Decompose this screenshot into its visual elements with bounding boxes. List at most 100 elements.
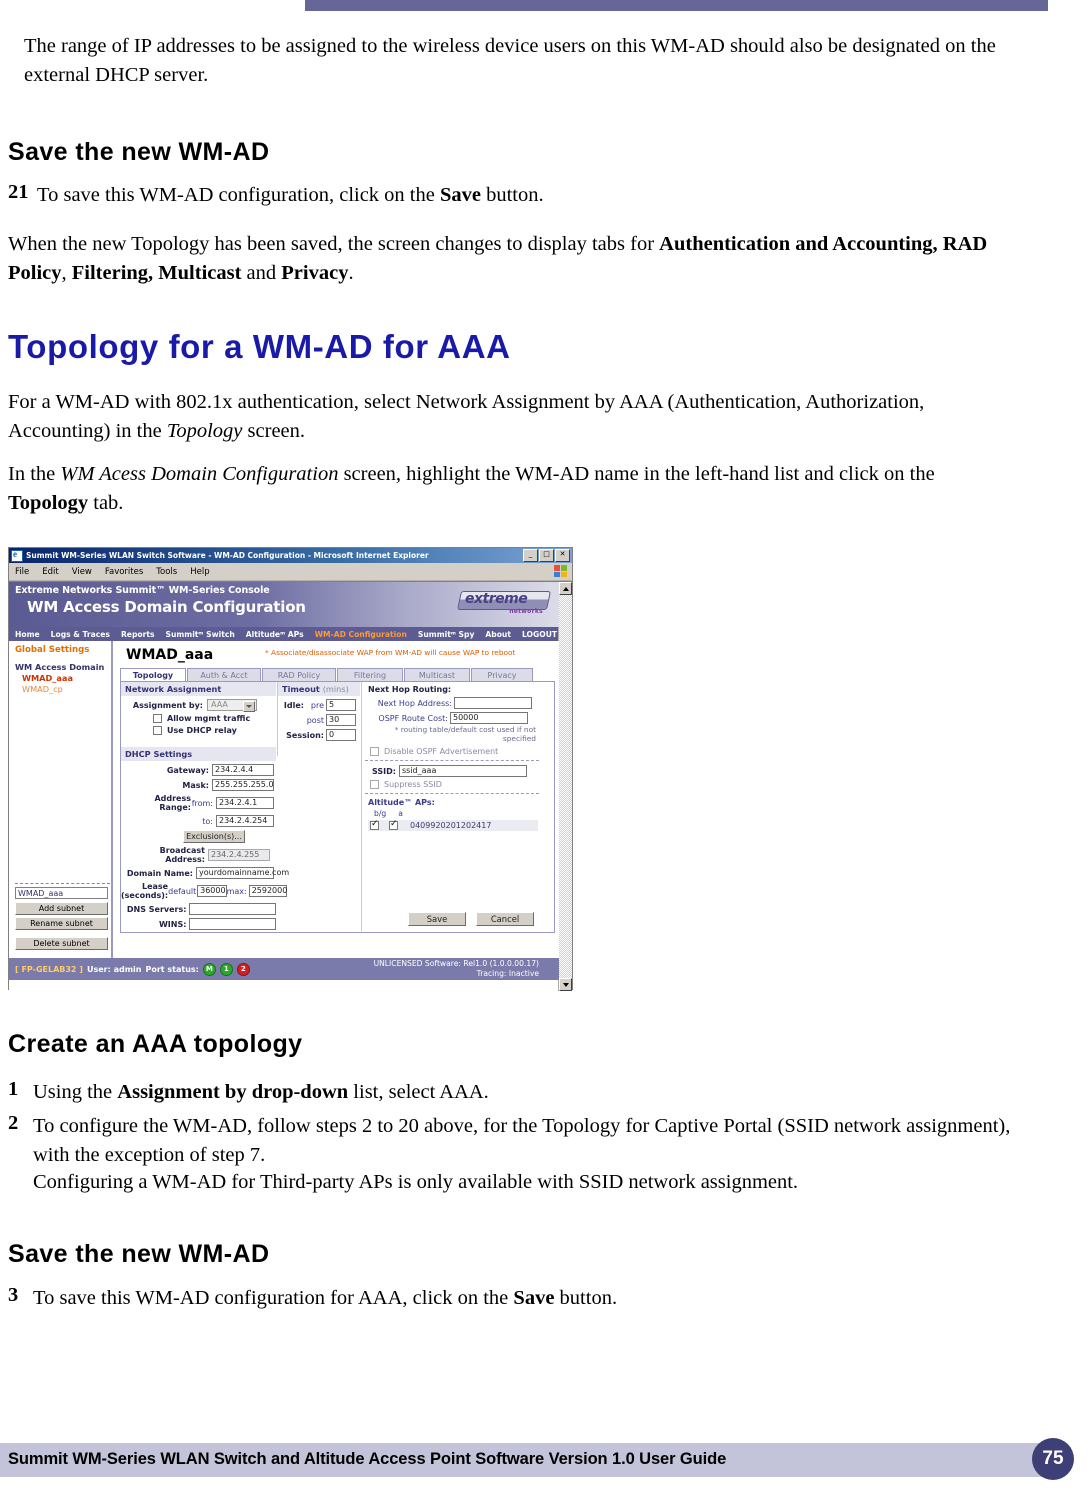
step-21-number: 21 bbox=[8, 181, 29, 203]
sidebar-item-wmad-cp[interactable]: WMAD_cp bbox=[15, 684, 107, 694]
disable-ospf-checkbox[interactable] bbox=[370, 747, 379, 756]
content-area: WMAD_aaa * Associate/disassociate WAP fr… bbox=[113, 641, 559, 958]
ospf-route-cost-label: OSPF Route Cost: bbox=[378, 713, 448, 723]
save-button[interactable]: Save bbox=[408, 912, 466, 926]
lease-row: Lease (seconds): default: 36000 max: 259… bbox=[121, 882, 287, 900]
menu-item-tools[interactable]: Tools bbox=[156, 567, 177, 577]
broadcast-row: Broadcast Address: 234.2.4.255 bbox=[121, 846, 276, 864]
ap-col-bg-label: b/g bbox=[374, 809, 387, 818]
minimize-button[interactable]: _ bbox=[523, 549, 538, 562]
allow-mgmt-traffic-label: Allow mgmt traffic bbox=[167, 714, 251, 723]
chevron-down-icon[interactable] bbox=[243, 701, 255, 712]
menu-item-file[interactable]: File bbox=[15, 567, 29, 577]
delete-subnet-button[interactable]: Delete subnet bbox=[15, 937, 108, 950]
lease-default-input[interactable]: 36000 bbox=[197, 885, 227, 897]
wins-input[interactable] bbox=[189, 918, 276, 930]
nav-item-reports[interactable]: Reports bbox=[121, 630, 155, 639]
address-range-to-input[interactable]: 234.2.4.254 bbox=[216, 815, 274, 827]
wmad-name-title: WMAD_aaa bbox=[126, 647, 214, 663]
ie-logo-icon bbox=[11, 549, 23, 562]
step-1-post: list, select AAA. bbox=[348, 1081, 489, 1103]
left-sidebar: Global Settings WM Access Domain WMAD_aa… bbox=[9, 641, 113, 958]
to-label: to: bbox=[202, 816, 213, 826]
section-heading-save-new-wmad-1: Save the new WM-AD bbox=[8, 138, 270, 166]
timeout-heading-text: Timeout bbox=[282, 684, 320, 694]
status-right-group: UNLICENSED Software: Rel1.0 (1.0.0.00.17… bbox=[374, 959, 539, 979]
saved-text-4: . bbox=[348, 262, 354, 284]
domain-name-input[interactable]: yourdomainname.com bbox=[196, 867, 289, 879]
close-button[interactable]: ✕ bbox=[555, 549, 570, 562]
suppress-ssid-checkbox[interactable] bbox=[370, 780, 379, 789]
next-hop-address-input[interactable] bbox=[454, 697, 532, 709]
menu-item-view[interactable]: View bbox=[72, 567, 92, 577]
app-banner: Extreme Networks Summit™ WM-Series Conso… bbox=[9, 582, 559, 627]
nav-item-wmad-configuration[interactable]: WM-AD Configuration bbox=[315, 630, 407, 639]
use-dhcp-relay-row[interactable]: Use DHCP relay bbox=[153, 726, 276, 735]
domain-name-row: Domain Name: yourdomainname.com bbox=[121, 867, 289, 879]
session-input[interactable]: 0 bbox=[326, 729, 356, 741]
exclusions-button[interactable]: Exclusion(s)... bbox=[183, 830, 245, 843]
ap-bg-checkbox[interactable] bbox=[370, 819, 379, 830]
ap-a-checkbox[interactable] bbox=[389, 819, 398, 830]
menu-item-edit[interactable]: Edit bbox=[42, 567, 58, 577]
use-dhcp-relay-checkbox[interactable] bbox=[153, 726, 162, 735]
tab-multicast[interactable]: Multicast bbox=[404, 668, 470, 682]
add-subnet-button[interactable]: Add subnet bbox=[15, 902, 108, 915]
app-page-title: WM Access Domain Configuration bbox=[27, 598, 306, 616]
idle-post-row: post 30 bbox=[282, 714, 360, 726]
scroll-down-arrow-icon[interactable] bbox=[559, 978, 572, 991]
nav-item-summit-switch[interactable]: Summitᵐ Switch bbox=[166, 630, 235, 639]
tracing-text: Tracing: Inactive bbox=[476, 969, 539, 978]
tab-rad-policy[interactable]: RAD Policy bbox=[262, 668, 336, 682]
step-3-pre: To save this WM-AD configuration for AAA… bbox=[33, 1287, 514, 1309]
rename-subnet-button[interactable]: Rename subnet bbox=[15, 917, 108, 930]
suppress-ssid-row[interactable]: Suppress SSID bbox=[370, 780, 542, 789]
mask-input[interactable]: 255.255.255.0 bbox=[212, 779, 274, 791]
divider-1 bbox=[365, 760, 539, 761]
tab-filtering[interactable]: Filtering bbox=[337, 668, 403, 682]
ospf-route-cost-input[interactable]: 50000 bbox=[450, 712, 528, 724]
cancel-button[interactable]: Cancel bbox=[476, 912, 534, 926]
gateway-input[interactable]: 234.2.4.4 bbox=[212, 764, 274, 776]
step-3-number: 3 bbox=[8, 1284, 19, 1306]
from-label: from: bbox=[191, 798, 213, 808]
nav-item-home[interactable]: Home bbox=[15, 630, 40, 639]
menu-item-help[interactable]: Help bbox=[190, 567, 209, 577]
lease-max-input[interactable]: 2592000 bbox=[248, 885, 287, 897]
idle-pre-row: Idle: pre 5 bbox=[282, 699, 360, 711]
ssid-input[interactable]: ssid_aaa bbox=[399, 765, 527, 777]
idle-pre-input[interactable]: 5 bbox=[326, 699, 356, 711]
aaa-italic: Topology bbox=[166, 420, 243, 442]
timeout-column: Timeout (mins) Idle: pre 5 post 30 Sessi… bbox=[277, 682, 360, 756]
allow-mgmt-traffic-row[interactable]: Allow mgmt traffic bbox=[153, 714, 276, 723]
assignment-by-select[interactable]: AAA bbox=[207, 699, 257, 712]
sidebar-global-settings[interactable]: Global Settings bbox=[15, 645, 107, 655]
scroll-up-arrow-icon[interactable] bbox=[559, 582, 572, 595]
nav-item-logs-traces[interactable]: Logs & Traces bbox=[51, 630, 110, 639]
status-host: [ FP-GELAB32 ] bbox=[15, 964, 83, 974]
nav-item-summit-spy[interactable]: Summitᵐ Spy bbox=[418, 630, 474, 639]
idle-post-input[interactable]: 30 bbox=[326, 714, 356, 726]
broadcast-label: Broadcast Address: bbox=[159, 846, 205, 864]
step-3-post: button. bbox=[554, 1287, 618, 1309]
subnet-name-input[interactable]: WMAD_aaa bbox=[15, 887, 108, 899]
maximize-button[interactable]: □ bbox=[539, 549, 554, 562]
window-title-text: Summit WM-Series WLAN Switch Software - … bbox=[26, 551, 429, 560]
nav-item-logout[interactable]: LOGOUT bbox=[522, 630, 557, 639]
allow-mgmt-traffic-checkbox[interactable] bbox=[153, 714, 162, 723]
dns-servers-input[interactable] bbox=[189, 903, 276, 915]
nav-item-altitude-aps[interactable]: Altitudeᵐ APs bbox=[246, 630, 304, 639]
address-range-from-input[interactable]: 234.2.4.1 bbox=[216, 797, 274, 809]
logo-subtext: networks bbox=[509, 608, 543, 615]
nav-item-about[interactable]: About bbox=[485, 630, 511, 639]
sidebar-item-wmad-aaa[interactable]: WMAD_aaa bbox=[15, 673, 107, 683]
disable-ospf-row[interactable]: Disable OSPF Advertisement bbox=[370, 747, 542, 756]
tab-privacy[interactable]: Privacy bbox=[471, 668, 533, 682]
ap-serial-number: 0409920201202417 bbox=[410, 821, 492, 830]
menu-item-favorites[interactable]: Favorites bbox=[105, 567, 143, 577]
tab-topology[interactable]: Topology bbox=[120, 668, 186, 682]
tab-auth-acct[interactable]: Auth & Acct bbox=[187, 668, 261, 682]
left-column: Network Assignment Assignment by: AAA Al… bbox=[121, 682, 289, 930]
vertical-scrollbar[interactable] bbox=[558, 582, 572, 991]
step-2-number: 2 bbox=[8, 1112, 19, 1134]
